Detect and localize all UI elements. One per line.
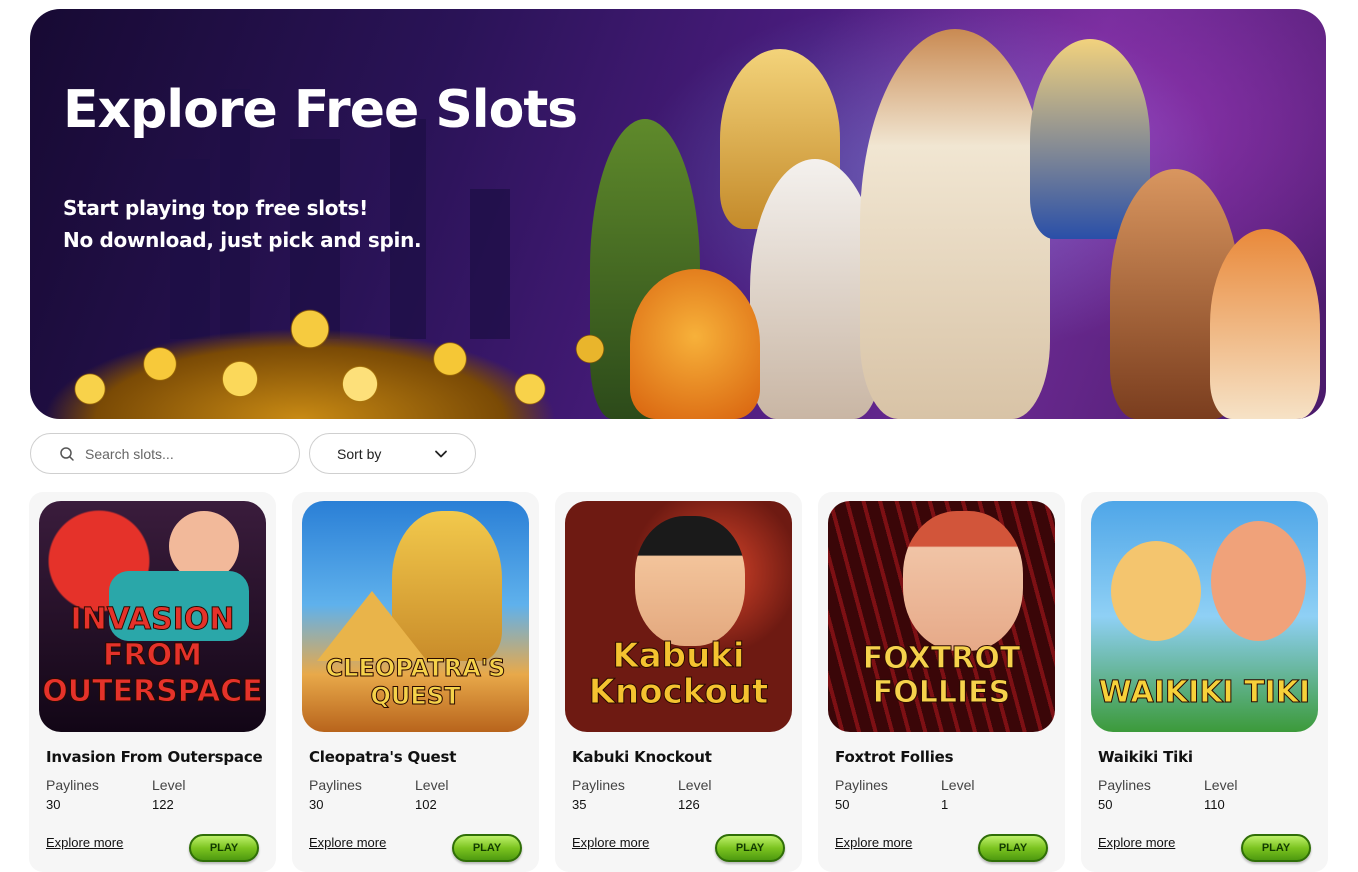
hero-subtitle: Start playing top free slots! No downloa…: [63, 192, 422, 256]
game-card: Kabuki Knockout Kabuki Knockout Paylines…: [555, 492, 802, 872]
game-title: Cleopatra's Quest: [309, 748, 457, 766]
game-card: INVASION FROM OUTERSPACE Invasion From O…: [29, 492, 276, 872]
explore-more-link[interactable]: Explore more: [572, 835, 649, 850]
level-value: 110: [1204, 797, 1225, 812]
sort-dropdown[interactable]: Sort by: [309, 433, 476, 474]
level-value: 122: [152, 797, 174, 812]
chevron-down-icon: [435, 450, 447, 457]
paylines-label: Paylines: [46, 777, 99, 793]
level-label: Level: [678, 777, 712, 793]
game-thumbnail[interactable]: Kabuki Knockout: [565, 501, 792, 732]
level-label: Level: [415, 777, 449, 793]
paylines-label: Paylines: [835, 777, 888, 793]
play-button[interactable]: PLAY: [452, 834, 522, 862]
game-card: CLEOPATRA'S QUEST Cleopatra's Quest Payl…: [292, 492, 539, 872]
paylines-label: Paylines: [309, 777, 362, 793]
level-value: 1: [941, 797, 949, 812]
gold-coins-illustration: [30, 269, 650, 419]
game-thumbnail[interactable]: FOXTROT FOLLIES: [828, 501, 1055, 732]
page-title: Explore Free Slots: [63, 80, 578, 140]
paylines-value: 35: [572, 797, 587, 812]
paylines-value: 50: [1098, 797, 1113, 812]
explore-more-link[interactable]: Explore more: [309, 835, 386, 850]
game-title: Waikiki Tiki: [1098, 748, 1193, 766]
level-value: 126: [678, 797, 700, 812]
sort-label: Sort by: [337, 445, 382, 462]
level-label: Level: [1204, 777, 1238, 793]
game-thumbnail[interactable]: WAIKIKI TIKI: [1091, 501, 1318, 732]
play-button[interactable]: PLAY: [189, 834, 259, 862]
game-logo: WAIKIKI TIKI: [1098, 675, 1311, 710]
search-icon: [60, 446, 74, 461]
search-box[interactable]: [30, 433, 300, 474]
game-card: WAIKIKI TIKI Waikiki Tiki Paylines Level…: [1081, 492, 1328, 872]
level-value: 102: [415, 797, 437, 812]
paylines-label: Paylines: [572, 777, 625, 793]
game-card: FOXTROT FOLLIES Foxtrot Follies Paylines…: [818, 492, 1065, 872]
game-title: Foxtrot Follies: [835, 748, 954, 766]
level-label: Level: [941, 777, 975, 793]
hero-character-illustration: [1210, 229, 1320, 419]
level-label: Level: [152, 777, 186, 793]
paylines-value: 30: [309, 797, 324, 812]
explore-more-link[interactable]: Explore more: [835, 835, 912, 850]
paylines-value: 50: [835, 797, 850, 812]
hero-subtitle-line: Start playing top free slots!: [63, 196, 368, 220]
search-input[interactable]: [85, 445, 285, 462]
play-button[interactable]: PLAY: [1241, 834, 1311, 862]
game-logo: INVASION FROM OUTERSPACE: [42, 602, 264, 710]
game-thumbnail[interactable]: INVASION FROM OUTERSPACE: [39, 501, 266, 732]
paylines-value: 30: [46, 797, 61, 812]
game-thumbnail[interactable]: CLEOPATRA'S QUEST: [302, 501, 529, 732]
explore-more-link[interactable]: Explore more: [1098, 835, 1175, 850]
game-title: Kabuki Knockout: [572, 748, 712, 766]
play-button[interactable]: PLAY: [978, 834, 1048, 862]
explore-more-link[interactable]: Explore more: [46, 835, 123, 850]
hero-subtitle-line: No download, just pick and spin.: [63, 228, 422, 252]
game-logo: FOXTROT FOLLIES: [862, 641, 1021, 710]
game-grid: INVASION FROM OUTERSPACE Invasion From O…: [29, 492, 1329, 872]
play-button[interactable]: PLAY: [715, 834, 785, 862]
hero-character-illustration: [860, 29, 1050, 419]
paylines-label: Paylines: [1098, 777, 1151, 793]
game-logo: Kabuki Knockout: [588, 636, 769, 712]
game-logo: CLEOPATRA'S QUEST: [325, 654, 506, 711]
game-title: Invasion From Outerspace: [46, 748, 263, 766]
